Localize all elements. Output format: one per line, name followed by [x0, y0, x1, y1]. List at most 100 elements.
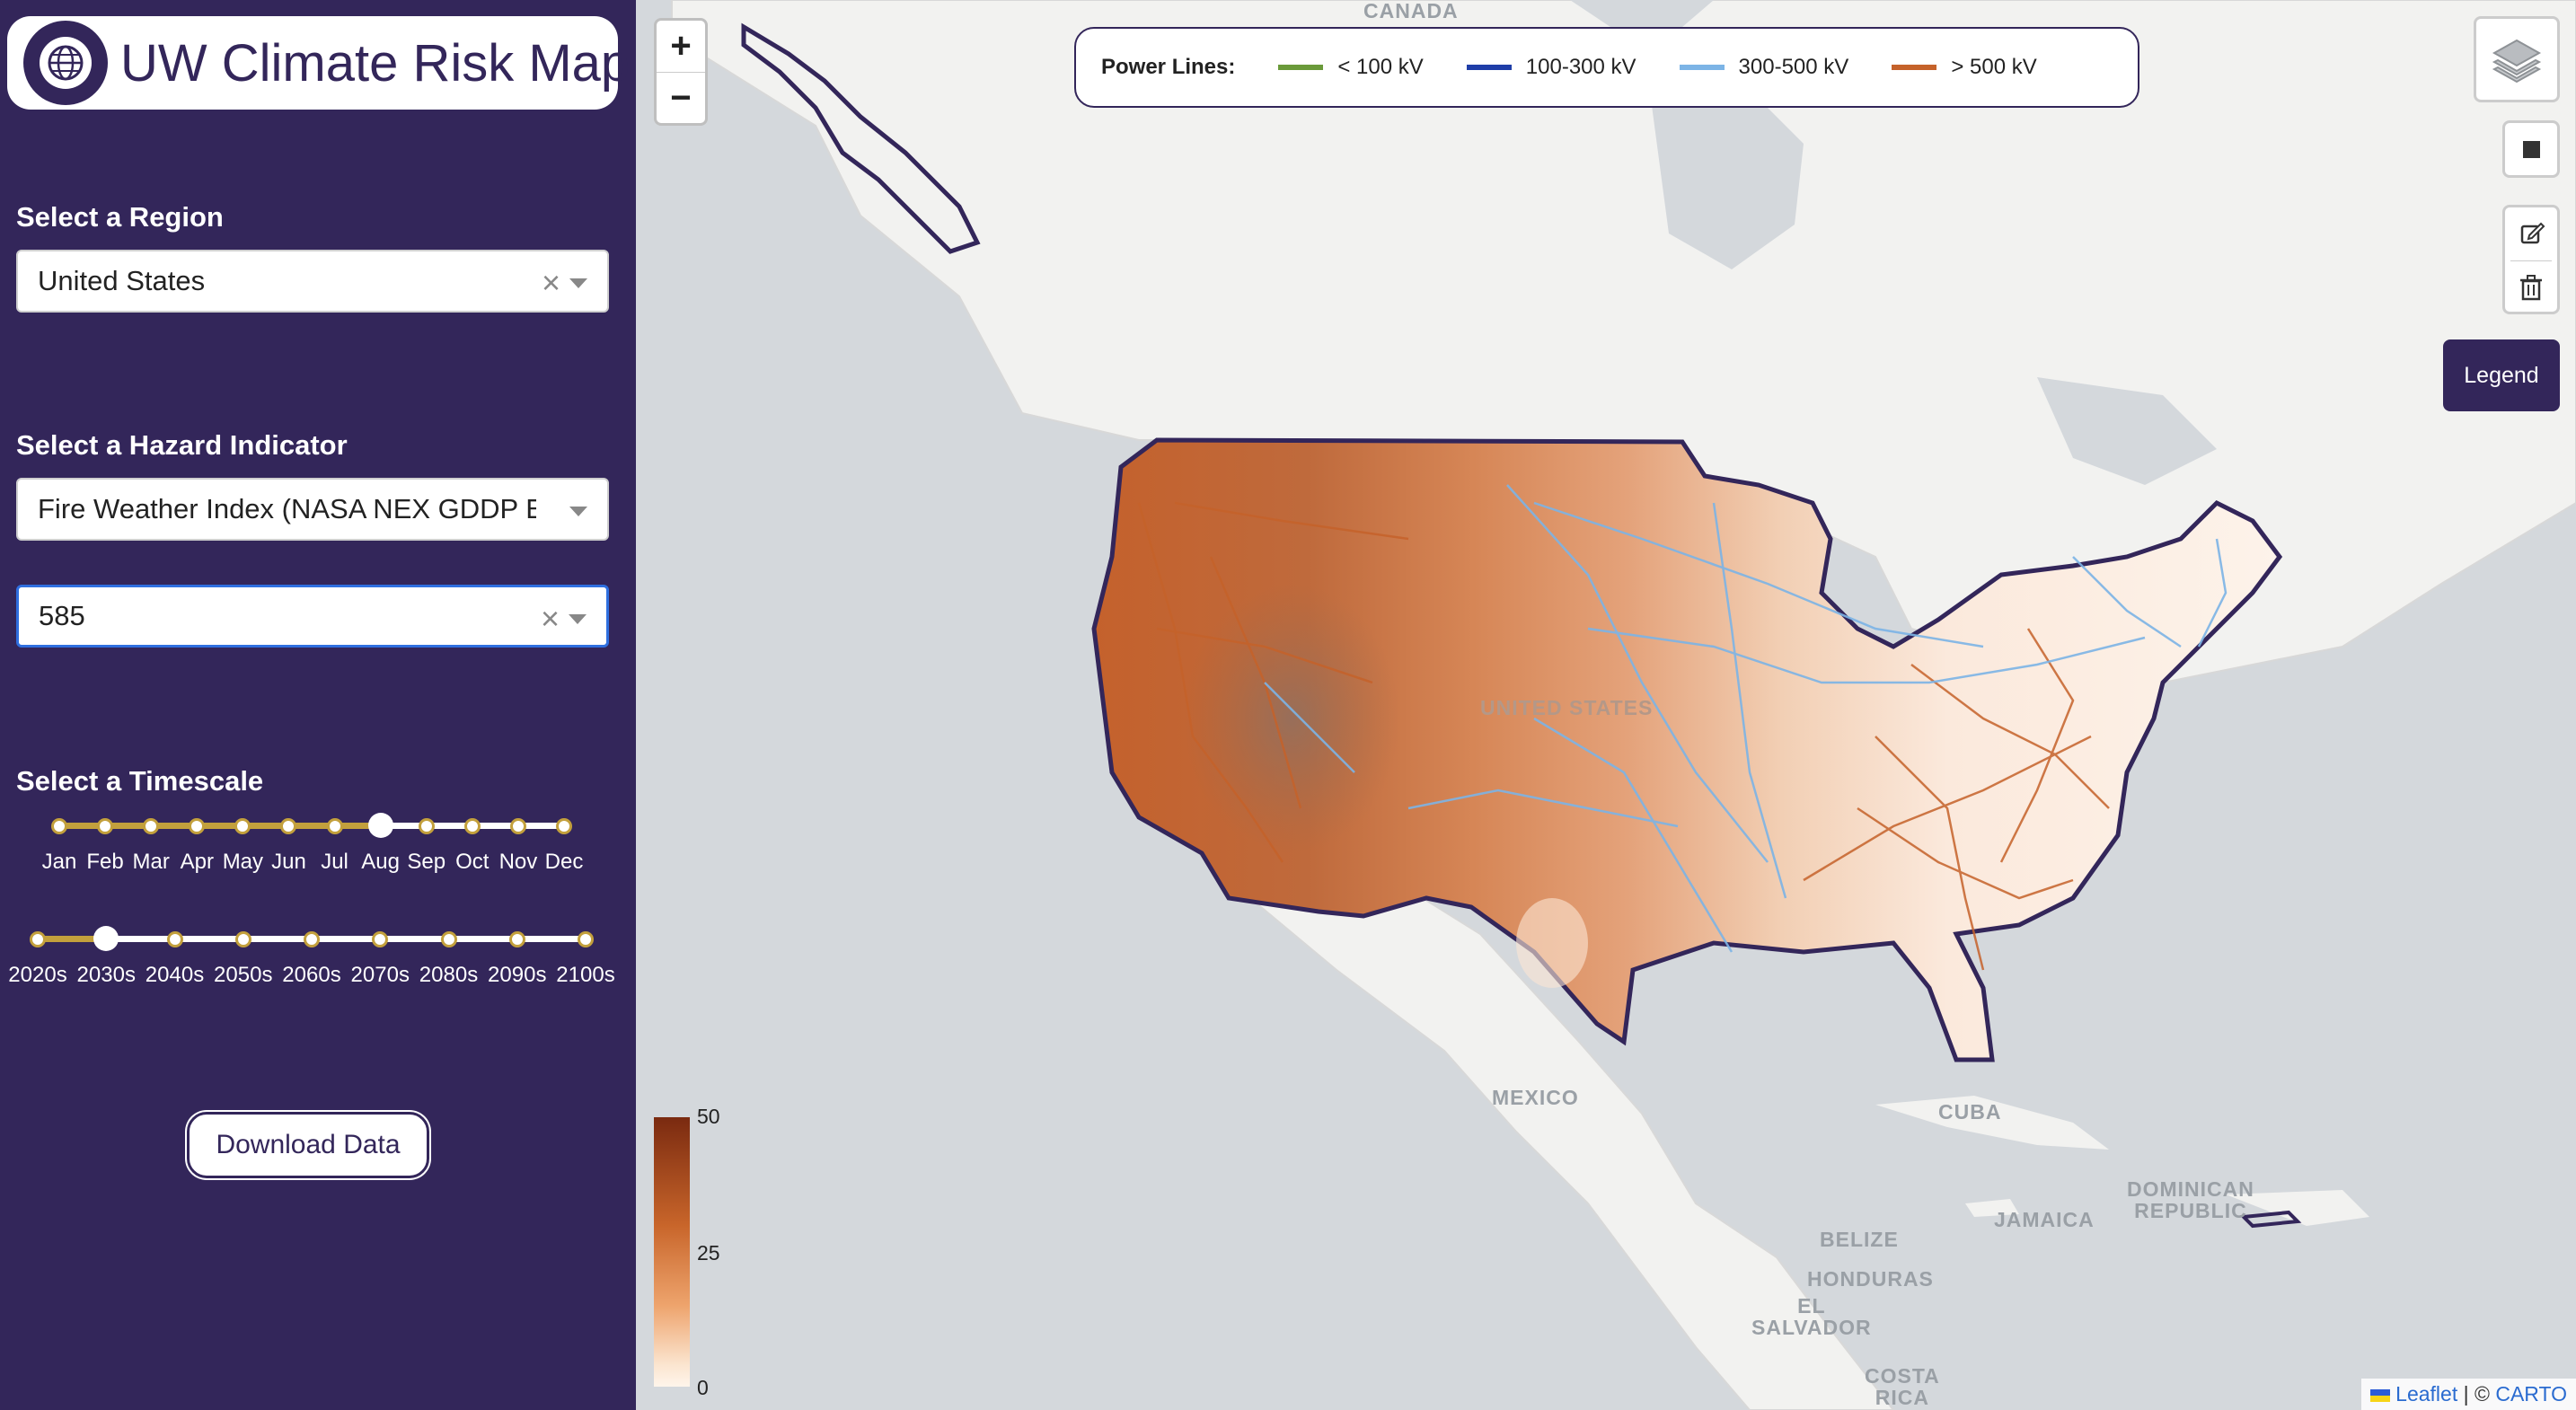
legend-button[interactable]: Legend [2443, 339, 2560, 411]
month-slider-stop[interactable] [509, 818, 526, 834]
swatch-300-500 [1679, 65, 1725, 70]
decade-slider-stop[interactable] [578, 931, 594, 947]
edit-toolbar [2502, 205, 2560, 314]
month-tick-label: Feb [86, 850, 124, 874]
chevron-down-icon[interactable] [569, 507, 587, 516]
month-slider-handle[interactable] [367, 813, 393, 838]
swatch-gt500 [1892, 65, 1937, 70]
colorbar-max: 50 [697, 1105, 720, 1128]
month-tick-label: Nov [498, 850, 538, 874]
decade-tick-label: 2070s [350, 963, 410, 987]
decade-slider-handle[interactable] [93, 926, 119, 951]
timescale-label: Select a Timescale [16, 765, 264, 797]
chevron-down-icon[interactable] [569, 614, 587, 624]
zoom-in-button[interactable]: + [657, 21, 705, 72]
month-tick-label: May [222, 850, 264, 874]
month-tick-label: Jul [321, 850, 348, 874]
month-slider-stop[interactable] [97, 818, 114, 834]
decade-slider-stop[interactable] [372, 931, 389, 947]
month-tick-label: Aug [361, 850, 400, 874]
decade-tick-label: 2060s [282, 963, 341, 987]
attribution: Leaflet | © CARTO [2360, 1379, 2576, 1410]
zoom-control: + − [654, 18, 708, 126]
download-button[interactable]: Download Data [187, 1112, 429, 1178]
decade-tick-label: 2100s [556, 963, 615, 987]
decade-slider-stop[interactable] [304, 931, 320, 947]
scenario-value: 585 [39, 600, 85, 631]
decade-tick-label: 2050s [214, 963, 273, 987]
region-select[interactable]: United States × [16, 250, 609, 313]
colorbar [654, 1117, 690, 1387]
region-value: United States [38, 265, 206, 296]
label-dominican-republic: DOMINICAN REPUBLIC [2127, 1177, 2254, 1222]
month-tick-label: Sep [407, 850, 446, 874]
month-slider-stop[interactable] [234, 818, 251, 834]
power-line-item: > 500 kV [1892, 55, 2037, 80]
chevron-down-icon[interactable] [569, 278, 587, 288]
swatch-lt100 [1278, 65, 1324, 70]
ukraine-flag-icon [2369, 1388, 2390, 1402]
decade-slider[interactable] [30, 922, 594, 955]
label-mexico: MEXICO [1492, 1086, 1579, 1109]
decade-slider-stop[interactable] [440, 931, 457, 947]
region-label: Select a Region [16, 201, 224, 233]
power-line-item: 100-300 kV [1466, 55, 1636, 80]
hazard-value: Fire Weather Index (NASA NEX GDDP En... [38, 493, 536, 524]
label-canada: CANADA [1363, 0, 1459, 22]
label-belize: BELIZE [1820, 1228, 1899, 1251]
label-cuba: CUBA [1938, 1100, 2002, 1124]
month-slider-stop[interactable] [556, 818, 572, 834]
decade-slider-stop[interactable] [166, 931, 183, 947]
draw-rectangle-button[interactable] [2502, 120, 2560, 178]
hazard-label: Select a Hazard Indicator [16, 429, 348, 461]
month-slider-stop[interactable] [280, 818, 297, 834]
map[interactable]: CANADA UNITED STATES MEXICO CUBA DOMINIC… [636, 0, 2576, 1410]
edit-icon[interactable] [2505, 207, 2557, 260]
month-slider[interactable] [51, 809, 572, 842]
label-united-states: UNITED STATES [1480, 696, 1654, 719]
colorbar-mid: 25 [697, 1241, 720, 1265]
app-title: UW Climate Risk Map [120, 33, 631, 93]
zoom-out-button[interactable]: − [657, 73, 705, 124]
month-slider-stop[interactable] [418, 818, 435, 834]
month-slider-stop[interactable] [326, 818, 343, 834]
month-slider-stop[interactable] [463, 818, 481, 834]
decade-slider-stop[interactable] [234, 931, 251, 947]
label-jamaica: JAMAICA [1994, 1208, 2095, 1231]
month-slider-stop[interactable] [51, 818, 67, 834]
month-tick-label: Dec [544, 850, 584, 874]
power-line-label: 100-300 kV [1525, 55, 1636, 79]
decade-tick-label: 2090s [488, 963, 547, 987]
decade-tick-label: 2080s [419, 963, 479, 987]
layers-button[interactable] [2474, 16, 2560, 102]
carto-link[interactable]: CARTO [2495, 1382, 2567, 1406]
layers-icon [2492, 39, 2542, 84]
label-honduras: HONDURAS [1807, 1267, 1934, 1291]
month-tick-label: Jun [271, 850, 306, 874]
decade-tick-label: 2020s [8, 963, 67, 987]
power-lines-title: Power Lines: [1101, 55, 1236, 79]
attribution-sep: | © [2463, 1382, 2490, 1406]
hazard-select[interactable]: Fire Weather Index (NASA NEX GDDP En... [16, 478, 609, 541]
month-tick-label: Oct [455, 850, 490, 874]
scenario-select[interactable]: 585 × [16, 585, 609, 648]
square-icon [2523, 141, 2540, 158]
power-line-label: < 100 kV [1337, 55, 1424, 79]
power-line-label: 300-500 kV [1738, 55, 1849, 79]
swatch-100-300 [1466, 65, 1512, 70]
month-tick-label: Jan [41, 850, 77, 874]
trash-icon[interactable] [2505, 261, 2557, 313]
decade-slider-stop[interactable] [30, 931, 46, 947]
leaflet-link[interactable]: Leaflet [2395, 1382, 2457, 1406]
month-slider-stop[interactable] [189, 818, 206, 834]
power-lines-legend: Power Lines: < 100 kV 100-300 kV 300-500… [1074, 27, 2139, 108]
month-slider-stop[interactable] [143, 818, 160, 834]
sidebar: UW Climate Risk Map Select a Region Unit… [0, 0, 636, 1410]
power-line-label: > 500 kV [1951, 55, 2037, 79]
clear-icon[interactable]: × [542, 264, 560, 302]
month-tick-label: Mar [132, 850, 170, 874]
decade-slider-stop[interactable] [508, 931, 525, 947]
app-header: UW Climate Risk Map [7, 16, 630, 110]
power-line-item: 300-500 kV [1679, 55, 1849, 80]
clear-icon[interactable]: × [541, 600, 560, 638]
